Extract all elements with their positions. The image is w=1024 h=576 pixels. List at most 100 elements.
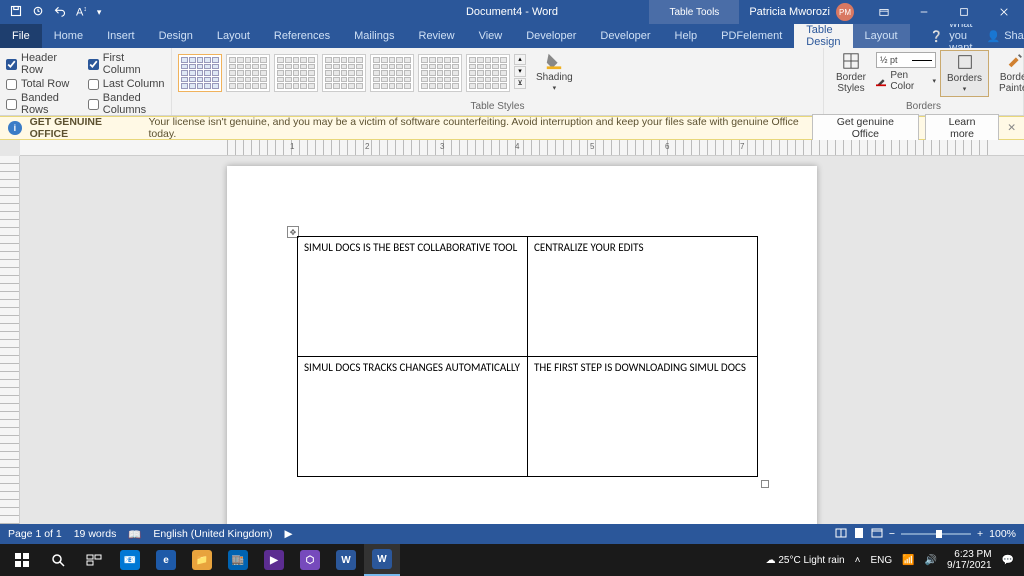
table-styles-gallery[interactable] [178,50,510,96]
tab-pdfelement[interactable]: PDFelement [709,24,794,48]
tab-mailings[interactable]: Mailings [342,24,406,48]
table-resize-handle[interactable] [761,480,769,488]
tab-table-layout[interactable]: Layout [853,24,910,48]
macro-icon[interactable]: ▶ [284,528,292,540]
check-banded-columns[interactable]: Banded Columns [88,92,165,116]
learn-more-button[interactable]: Learn more [925,114,999,142]
weather-widget[interactable]: ☁ 25°C Light rain [766,555,845,566]
group-label-table-styles: Table Styles [178,101,817,113]
ribbon-tabs: File Home Insert Design Layout Reference… [0,24,1024,48]
tab-layout[interactable]: Layout [205,24,262,48]
zoom-slider[interactable] [901,533,971,535]
border-styles-button[interactable]: Border Styles [830,50,872,96]
tab-view[interactable]: View [467,24,515,48]
user-account[interactable]: Patricia Mworozi PM [739,3,864,21]
taskbar-app[interactable]: 🏬 [220,544,256,576]
workspace: 1 2 3 4 5 6 7 ✥ SIMUL DOCS IS THE BEST C… [0,140,1024,524]
share-button[interactable]: 👤 Share [972,24,1024,48]
shading-button[interactable]: Shading ▾ [530,50,579,95]
avatar: PM [836,3,854,21]
maximize-icon[interactable] [944,0,984,24]
save-icon[interactable] [10,5,22,20]
border-painter-button[interactable]: Border Painter [993,50,1024,96]
gallery-up-icon[interactable]: ▴ [514,54,526,65]
tab-insert[interactable]: Insert [95,24,147,48]
windows-taskbar: 📧 e 📁 🏬 ▶ ⬡ W W ☁ 25°C Light rain ˄ ENG … [0,544,1024,576]
status-words[interactable]: 19 words [74,528,117,540]
get-genuine-button[interactable]: Get genuine Office [812,114,919,142]
taskbar-app[interactable]: ▶ [256,544,292,576]
ribbon-options-icon[interactable] [864,0,904,24]
check-header-row[interactable]: Header Row [6,52,78,76]
taskbar-app[interactable]: 📧 [112,544,148,576]
read-mode-icon[interactable] [835,527,847,542]
tab-home[interactable]: Home [42,24,95,48]
document-table[interactable]: SIMUL DOCS IS THE BEST COLLABORATIVE TOO… [297,236,758,477]
table-cell[interactable]: CENTRALIZE YOUR EDITS [528,237,758,357]
zoom-in-icon[interactable]: + [977,528,983,540]
banner-close-icon[interactable]: ✕ [1007,122,1016,134]
search-icon[interactable] [40,544,76,576]
tab-developer[interactable]: Developer [514,24,588,48]
taskbar-word[interactable]: W [364,544,400,576]
tray-wifi-icon[interactable]: 📶 [902,555,914,566]
check-last-column[interactable]: Last Column [88,78,165,90]
tray-lang[interactable]: ENG [870,555,892,566]
print-layout-icon[interactable] [853,527,865,542]
tray-clock[interactable]: 6:23 PM 9/17/2021 [947,549,992,571]
tray-notifications-icon[interactable]: 💬 [1002,555,1014,566]
tab-help[interactable]: Help [663,24,710,48]
font-size-icon[interactable]: A↕ [76,6,87,19]
table-cell[interactable]: SIMUL DOCS TRACKS CHANGES AUTOMATICALLY [298,357,528,477]
web-layout-icon[interactable] [871,527,883,542]
gallery-down-icon[interactable]: ▾ [514,66,526,77]
table-cell[interactable]: SIMUL DOCS IS THE BEST COLLABORATIVE TOO… [298,237,528,357]
check-total-row[interactable]: Total Row [6,78,78,90]
start-button[interactable] [4,544,40,576]
border-weight-select[interactable]: ½ pt [876,52,936,68]
taskbar-app[interactable]: W [328,544,364,576]
task-view-icon[interactable] [76,544,112,576]
vertical-ruler[interactable] [0,156,20,524]
table-row: SIMUL DOCS IS THE BEST COLLABORATIVE TOO… [298,237,758,357]
taskbar-app[interactable]: e [148,544,184,576]
spellcheck-icon[interactable]: 📖 [128,528,141,541]
tab-developer-2[interactable]: Developer [588,24,662,48]
check-banded-rows[interactable]: Banded Rows [6,92,78,116]
status-bar: Page 1 of 1 19 words 📖 English (United K… [0,524,1024,544]
qat-more-icon[interactable]: ▾ [97,7,102,18]
document-title: Document4 - Word [466,6,558,18]
pen-color-button[interactable]: Pen Color▾ [876,70,936,92]
check-first-column[interactable]: First Column [88,52,165,76]
tab-file[interactable]: File [0,24,42,48]
close-icon[interactable] [984,0,1024,24]
tab-table-design[interactable]: Table Design [794,24,852,48]
horizontal-ruler[interactable]: 1 2 3 4 5 6 7 [20,140,1024,156]
zoom-level[interactable]: 100% [989,528,1016,540]
taskbar-app[interactable]: ⬡ [292,544,328,576]
page: ✥ SIMUL DOCS IS THE BEST COLLABORATIVE T… [227,166,817,524]
tab-references[interactable]: References [262,24,342,48]
autosave-icon[interactable] [32,5,44,20]
borders-button[interactable]: Borders ▾ [940,50,989,97]
tab-review[interactable]: Review [407,24,467,48]
ribbon: Header Row First Column Total Row Last C… [0,48,1024,116]
contextual-tab-label: Table Tools [649,0,739,24]
genuine-office-banner: i GET GENUINE OFFICE Your license isn't … [0,116,1024,140]
minimize-icon[interactable] [904,0,944,24]
taskbar-app[interactable]: 📁 [184,544,220,576]
status-page[interactable]: Page 1 of 1 [8,528,62,540]
gallery-more-icon[interactable]: ⊻ [514,78,526,89]
tray-volume-icon[interactable]: 🔊 [925,555,937,566]
tell-me-search[interactable]: ❔ Tell me what you want to do [930,24,973,48]
table-cell[interactable]: THE FIRST STEP IS DOWNLOADING SIMUL DOCS [528,357,758,477]
status-language[interactable]: English (United Kingdom) [153,528,272,540]
zoom-out-icon[interactable]: − [889,528,895,540]
tray-chevron-icon[interactable]: ˄ [855,555,861,566]
banner-title: GET GENUINE OFFICE [30,116,141,140]
lightbulb-icon: ❔ [930,30,944,43]
document-area[interactable]: ✥ SIMUL DOCS IS THE BEST COLLABORATIVE T… [20,156,1024,524]
undo-icon[interactable] [54,5,66,20]
tab-design[interactable]: Design [147,24,205,48]
info-icon: i [8,121,22,135]
